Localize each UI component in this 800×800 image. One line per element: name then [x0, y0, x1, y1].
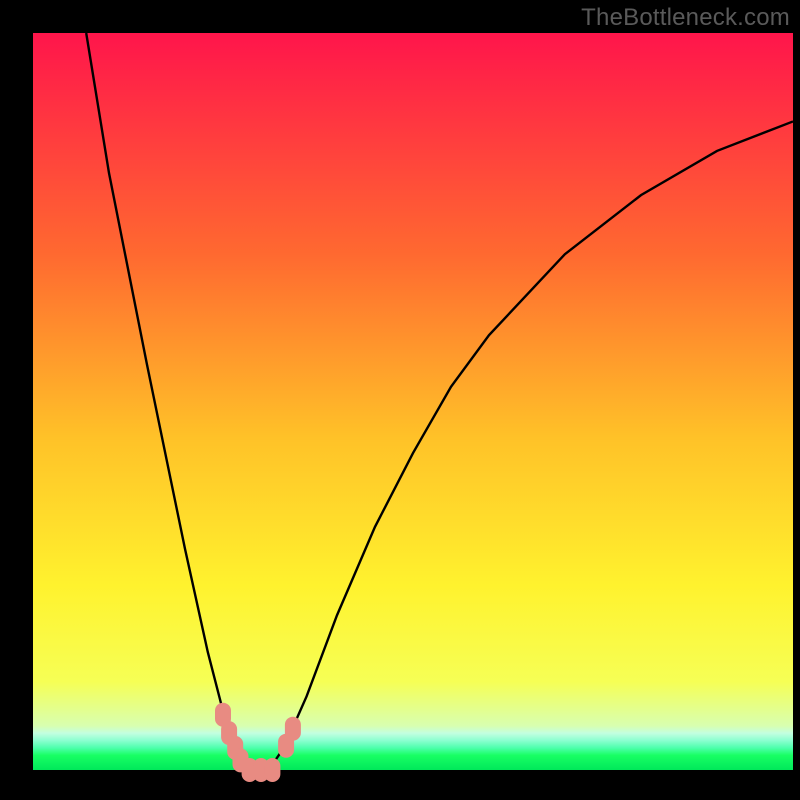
bottleneck-chart: [0, 0, 800, 800]
watermark-text: TheBottleneck.com: [581, 4, 790, 32]
chart-container: TheBottleneck.com: [0, 0, 800, 800]
curve-marker: [264, 758, 280, 782]
curve-marker: [285, 717, 301, 741]
plot-background: [33, 33, 793, 770]
